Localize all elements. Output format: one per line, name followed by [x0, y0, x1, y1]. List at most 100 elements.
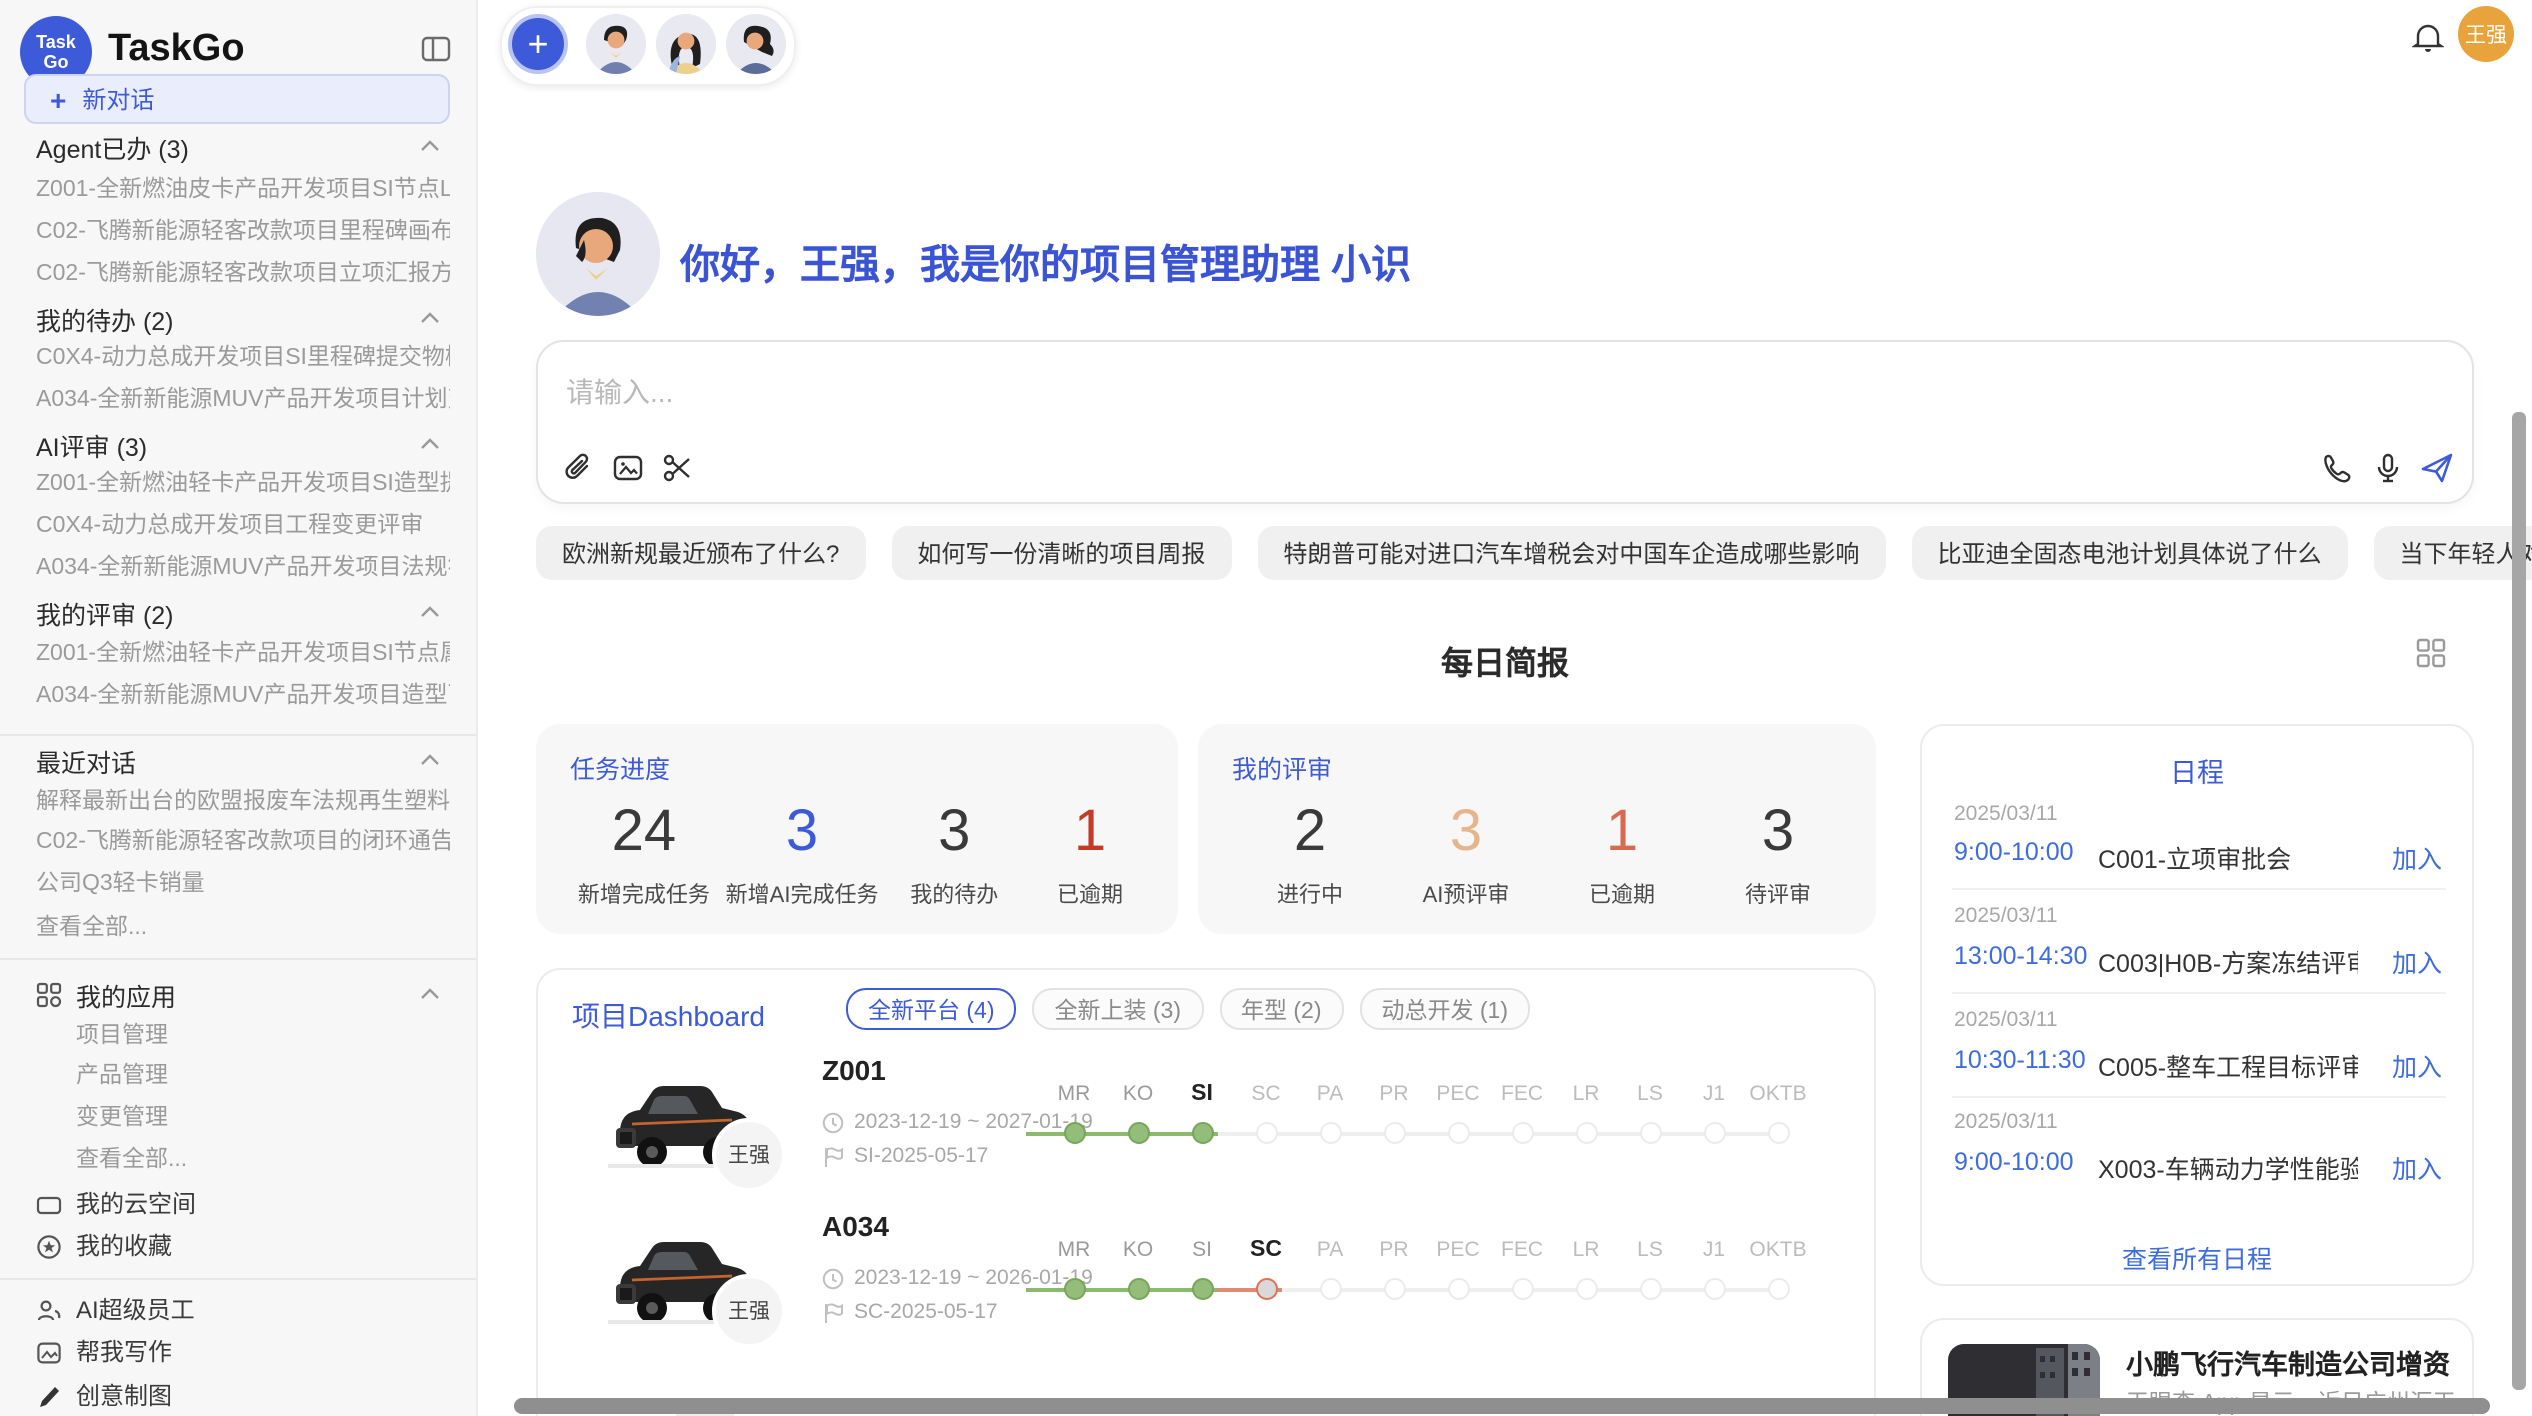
- milestone: LR: [1554, 1234, 1618, 1300]
- suggestion-chip[interactable]: 如何写一份清晰的项目周报: [891, 526, 1231, 580]
- chat-input-box[interactable]: [536, 340, 2474, 504]
- notifications-bell-icon[interactable]: [2412, 20, 2444, 54]
- sidebar-item-write-helper[interactable]: 帮我写作: [76, 1336, 450, 1368]
- view-all-apps[interactable]: 查看全部...: [76, 1144, 450, 1176]
- join-event-link[interactable]: 加入: [2392, 1148, 2442, 1186]
- milestone: KO: [1106, 1078, 1170, 1144]
- new-session-button[interactable]: +: [508, 14, 568, 74]
- sidebar-item[interactable]: A034-全新新能源MUV产品开发项目计划变更类编写: [36, 384, 450, 416]
- stat-label: 新增完成任务: [578, 878, 710, 910]
- sidebar-section-my-review[interactable]: 我的评审 (2): [36, 594, 440, 630]
- sidebar-item-ai-staff[interactable]: AI超级员工: [76, 1294, 450, 1326]
- section-title: AI评审 (3): [36, 425, 147, 463]
- chevron-up-icon[interactable]: [420, 754, 440, 766]
- voice-call-icon[interactable]: [2320, 452, 2352, 484]
- card-title: 任务进度: [570, 748, 1158, 786]
- join-event-link[interactable]: 加入: [2392, 838, 2442, 876]
- join-event-link[interactable]: 加入: [2392, 1046, 2442, 1084]
- event-time: 9:00-10:00: [1954, 838, 2074, 866]
- sidebar-item-cloud-space[interactable]: 我的云空间: [76, 1188, 450, 1220]
- project-name: A034: [822, 1210, 889, 1242]
- attach-file-icon[interactable]: [562, 452, 594, 484]
- milestone-current: SC: [1234, 1234, 1298, 1300]
- tab-model-year[interactable]: 年型 (2): [1219, 988, 1344, 1030]
- sidebar-item[interactable]: A034-全新新能源MUV产品开发项目法规符合性评审: [36, 552, 450, 584]
- flag-date: SI-2025-05-17: [854, 1144, 988, 1168]
- avatar[interactable]: [656, 14, 716, 74]
- sidebar-section-agent-done[interactable]: Agent已办 (3): [36, 128, 440, 164]
- stat-label: 我的待办: [894, 878, 1014, 910]
- sidebar-item-product-mgmt[interactable]: 产品管理: [76, 1060, 450, 1092]
- news-title[interactable]: 小鹏飞行汽车制造公司增资: [2126, 1342, 2456, 1382]
- horizontal-scrollbar[interactable]: [514, 1398, 2490, 1414]
- suggestion-chip[interactable]: 比亚迪全固态电池计划具体说了什么: [1911, 526, 2347, 580]
- new-chat-button[interactable]: + 新对话: [24, 74, 450, 124]
- chevron-up-icon[interactable]: [420, 438, 440, 450]
- avatar[interactable]: [726, 14, 786, 74]
- milestone: PEC: [1426, 1078, 1490, 1144]
- collapse-sidebar-icon[interactable]: [420, 34, 452, 64]
- sidebar-item[interactable]: C02-飞腾新能源轻客改款项目立项汇报方案: [36, 258, 450, 290]
- sidebar-item-creative-drawing[interactable]: 创意制图: [76, 1380, 450, 1412]
- stat-value: 3: [1718, 798, 1838, 866]
- project-owner-badge: 王强: [712, 1118, 786, 1192]
- sidebar-section-my-apps[interactable]: 我的应用: [76, 976, 440, 1012]
- suggestion-chip[interactable]: 特朗普可能对进口汽车增税会对中国车企造成哪些影响: [1257, 526, 1885, 580]
- sidebar-item-change-mgmt[interactable]: 变更管理: [76, 1102, 450, 1134]
- stat-value: 3: [1406, 798, 1526, 866]
- apps-grid-icon: [36, 982, 62, 1008]
- sidebar-item[interactable]: C02-飞腾新能源轻客改款项目里程碑画布: [36, 216, 450, 248]
- section-title: 我的待办 (2): [36, 299, 174, 337]
- chevron-up-icon[interactable]: [420, 312, 440, 324]
- sidebar-section-recent[interactable]: 最近对话: [36, 742, 440, 778]
- sidebar-item[interactable]: 解释最新出台的欧盟报废车法规再生塑料比例被调至15%...: [36, 786, 450, 818]
- task-progress-card: 任务进度 24 新增完成任务 3 新增AI完成任务 3 我的待办 1 已逾期: [536, 724, 1178, 934]
- avatar[interactable]: [586, 14, 646, 74]
- stat-value: 24: [578, 798, 710, 866]
- sidebar-section-ai-review[interactable]: AI评审 (3): [36, 426, 440, 462]
- send-icon[interactable]: [2420, 452, 2454, 484]
- user-avatar[interactable]: 王强: [2458, 6, 2514, 62]
- section-title: 最近对话: [36, 741, 136, 779]
- sidebar-item[interactable]: C02-飞腾新能源轻客改款项目的闭环通告反馈情况: [36, 826, 450, 858]
- chevron-up-icon[interactable]: [420, 988, 440, 1000]
- sidebar-item[interactable]: Z001-全新燃油皮卡产品开发项目SI节点Lesson Learn报告: [36, 174, 450, 206]
- stat-my-todo: 3 我的待办: [894, 798, 1014, 910]
- vertical-scrollbar[interactable]: [2512, 412, 2526, 1390]
- suggestion-chip[interactable]: 欧洲新规最近颁布了什么?: [536, 526, 865, 580]
- sidebar-item[interactable]: Z001-全新燃油轻卡产品开发项目SI节点属性5D文件评审: [36, 638, 450, 670]
- sidebar-item[interactable]: C0X4-动力总成开发项目SI里程碑提交物检查: [36, 342, 450, 374]
- suggestion-chip[interactable]: 当下年轻人对汽车外观有怎样的喜好趋势: [2373, 526, 2532, 580]
- tab-powertrain[interactable]: 动总开发 (1): [1360, 988, 1531, 1030]
- divider: [0, 958, 476, 960]
- insert-image-icon[interactable]: [612, 452, 644, 484]
- milestone: OKTB: [1746, 1078, 1810, 1144]
- sidebar-item-project-mgmt[interactable]: 项目管理: [76, 1020, 450, 1052]
- stat-in-progress: 2 进行中: [1250, 798, 1370, 910]
- clock-icon: [822, 1111, 844, 1133]
- tab-new-platform[interactable]: 全新平台 (4): [846, 988, 1017, 1030]
- sidebar-section-my-todo[interactable]: 我的待办 (2): [36, 300, 440, 336]
- event-time: 9:00-10:00: [1954, 1148, 2074, 1176]
- stat-value: 1: [1030, 798, 1150, 866]
- writing-helper-icon: [36, 1340, 62, 1366]
- microphone-icon[interactable]: [2372, 452, 2404, 484]
- join-event-link[interactable]: 加入: [2392, 942, 2442, 980]
- sidebar-item[interactable]: 公司Q3轻卡销量: [36, 868, 450, 900]
- view-all-schedule-link[interactable]: 查看所有日程: [1922, 1238, 2472, 1276]
- layout-grid-icon[interactable]: [2416, 638, 2446, 668]
- milestone: LS: [1618, 1078, 1682, 1144]
- chevron-up-icon[interactable]: [420, 140, 440, 152]
- scissors-icon[interactable]: [662, 452, 694, 484]
- view-all-conversations[interactable]: 查看全部...: [36, 912, 450, 944]
- event-date: 2025/03/11: [1954, 1110, 2058, 1134]
- new-chat-label: 新对话: [82, 82, 154, 116]
- sidebar-item-favorites[interactable]: 我的收藏: [76, 1230, 450, 1262]
- tab-new-bodywork[interactable]: 全新上装 (3): [1033, 988, 1204, 1030]
- milestone: PR: [1362, 1078, 1426, 1144]
- sidebar-item[interactable]: C0X4-动力总成开发项目工程变更评审: [36, 510, 450, 542]
- milestone-timeline: MR KO SI SC PA PR PEC FEC LR LS J1 OKTB: [1042, 1234, 1834, 1314]
- chevron-up-icon[interactable]: [420, 606, 440, 618]
- sidebar-item[interactable]: Z001-全新燃油轻卡产品开发项目SI造型提交物评审: [36, 468, 450, 500]
- sidebar-item[interactable]: A034-全新新能源MUV产品开发项目造型可行性评审: [36, 680, 450, 712]
